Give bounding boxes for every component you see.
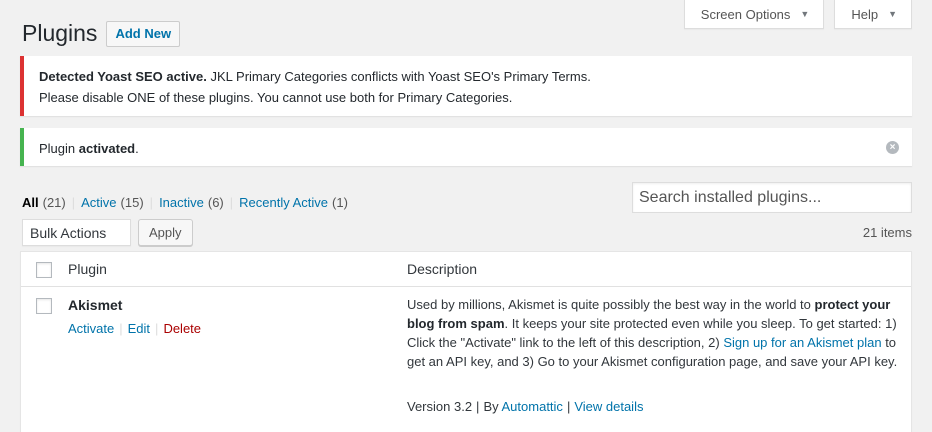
success-prefix: Plugin — [39, 141, 79, 156]
filter-recently-active-label: Recently Active — [239, 195, 329, 210]
action-separator: | — [155, 321, 159, 336]
plugin-name: Akismet — [68, 297, 123, 313]
row-actions: Activate | Edit | Delete — [68, 321, 201, 336]
plugin-status-filters: All (21) | Active (15) | Inactive (6) | Rec… — [22, 195, 348, 210]
column-header-plugin[interactable]: Plugin — [68, 261, 107, 277]
error-notice-line-1: Detected Yoast SEO active. JKL Primary C… — [39, 66, 898, 87]
filter-all[interactable]: All (21) — [22, 195, 66, 210]
screen-options-button[interactable]: Screen Options ▼ — [683, 0, 825, 29]
success-notice: Plugin activated. × — [20, 128, 912, 166]
author-link[interactable]: Automattic — [502, 399, 563, 414]
filter-active-count: (15) — [120, 195, 144, 210]
bulk-actions-select[interactable]: Bulk Actions — [22, 219, 131, 246]
error-notice-text-2: Please disable ONE of these plugins. You… — [39, 90, 513, 105]
filter-all-label: All — [22, 195, 39, 210]
error-notice: Detected Yoast SEO active. JKL Primary C… — [20, 56, 912, 116]
select-all-checkbox[interactable] — [36, 262, 52, 278]
filter-recently-active[interactable]: Recently Active (1) — [239, 195, 348, 210]
version-separator: | — [476, 399, 480, 414]
screen-options-label: Screen Options — [700, 6, 791, 22]
view-details-link[interactable]: View details — [574, 399, 643, 414]
plugins-table: Plugin Description Akismet Activate | Ed… — [20, 251, 912, 432]
plugin-search-input[interactable] — [632, 182, 912, 213]
table-row: Akismet Activate | Edit | Delete Used by… — [21, 287, 911, 432]
filter-inactive-label: Inactive — [159, 195, 204, 210]
filter-all-count: (21) — [42, 195, 66, 210]
success-suffix: . — [135, 141, 139, 156]
filter-separator: | — [71, 195, 76, 210]
action-separator: | — [119, 321, 123, 336]
filter-active-label: Active — [81, 195, 117, 210]
caret-down-icon: ▼ — [888, 9, 897, 19]
filter-separator: | — [229, 195, 234, 210]
items-count: 21 items — [862, 225, 912, 240]
help-label: Help — [851, 6, 879, 22]
description-text-1: Used by millions, Akismet is quite possi… — [407, 297, 815, 312]
version-separator: | — [566, 399, 571, 414]
plugin-version-info: Version 3.2 | By Automattic | View details — [407, 399, 643, 414]
by-label: By — [483, 399, 499, 414]
error-notice-strong: Detected Yoast SEO active. — [39, 69, 207, 84]
caret-down-icon: ▼ — [800, 9, 810, 19]
filter-active[interactable]: Active (15) — [81, 195, 144, 210]
filter-inactive-count: (6) — [207, 195, 224, 210]
filter-separator: | — [149, 195, 154, 210]
screen-meta-links: Screen Options ▼ Help ▼ — [683, 0, 912, 29]
column-header-description: Description — [407, 261, 478, 277]
table-header: Plugin Description — [21, 252, 911, 287]
plugin-description: Used by millions, Akismet is quite possi… — [407, 295, 907, 371]
page-header: Plugins Add New — [22, 20, 181, 47]
edit-link[interactable]: Edit — [128, 321, 150, 336]
filter-recently-active-count: (1) — [332, 195, 348, 210]
row-checkbox[interactable] — [36, 298, 52, 314]
filter-inactive[interactable]: Inactive (6) — [159, 195, 224, 210]
apply-button[interactable]: Apply — [138, 219, 193, 246]
help-button[interactable]: Help ▼ — [834, 0, 912, 29]
plugin-version: Version 3.2 — [407, 399, 473, 414]
akismet-plan-link[interactable]: Sign up for an Akismet plan — [723, 335, 881, 350]
activate-link[interactable]: Activate — [68, 321, 114, 336]
success-strong: activated — [78, 141, 136, 156]
add-new-button[interactable]: Add New — [106, 20, 181, 47]
dismiss-icon[interactable]: × — [886, 141, 899, 154]
error-notice-text-1: JKL Primary Categories conflicts with Yo… — [206, 69, 591, 84]
page-title: Plugins — [22, 20, 98, 46]
delete-link[interactable]: Delete — [163, 321, 201, 336]
